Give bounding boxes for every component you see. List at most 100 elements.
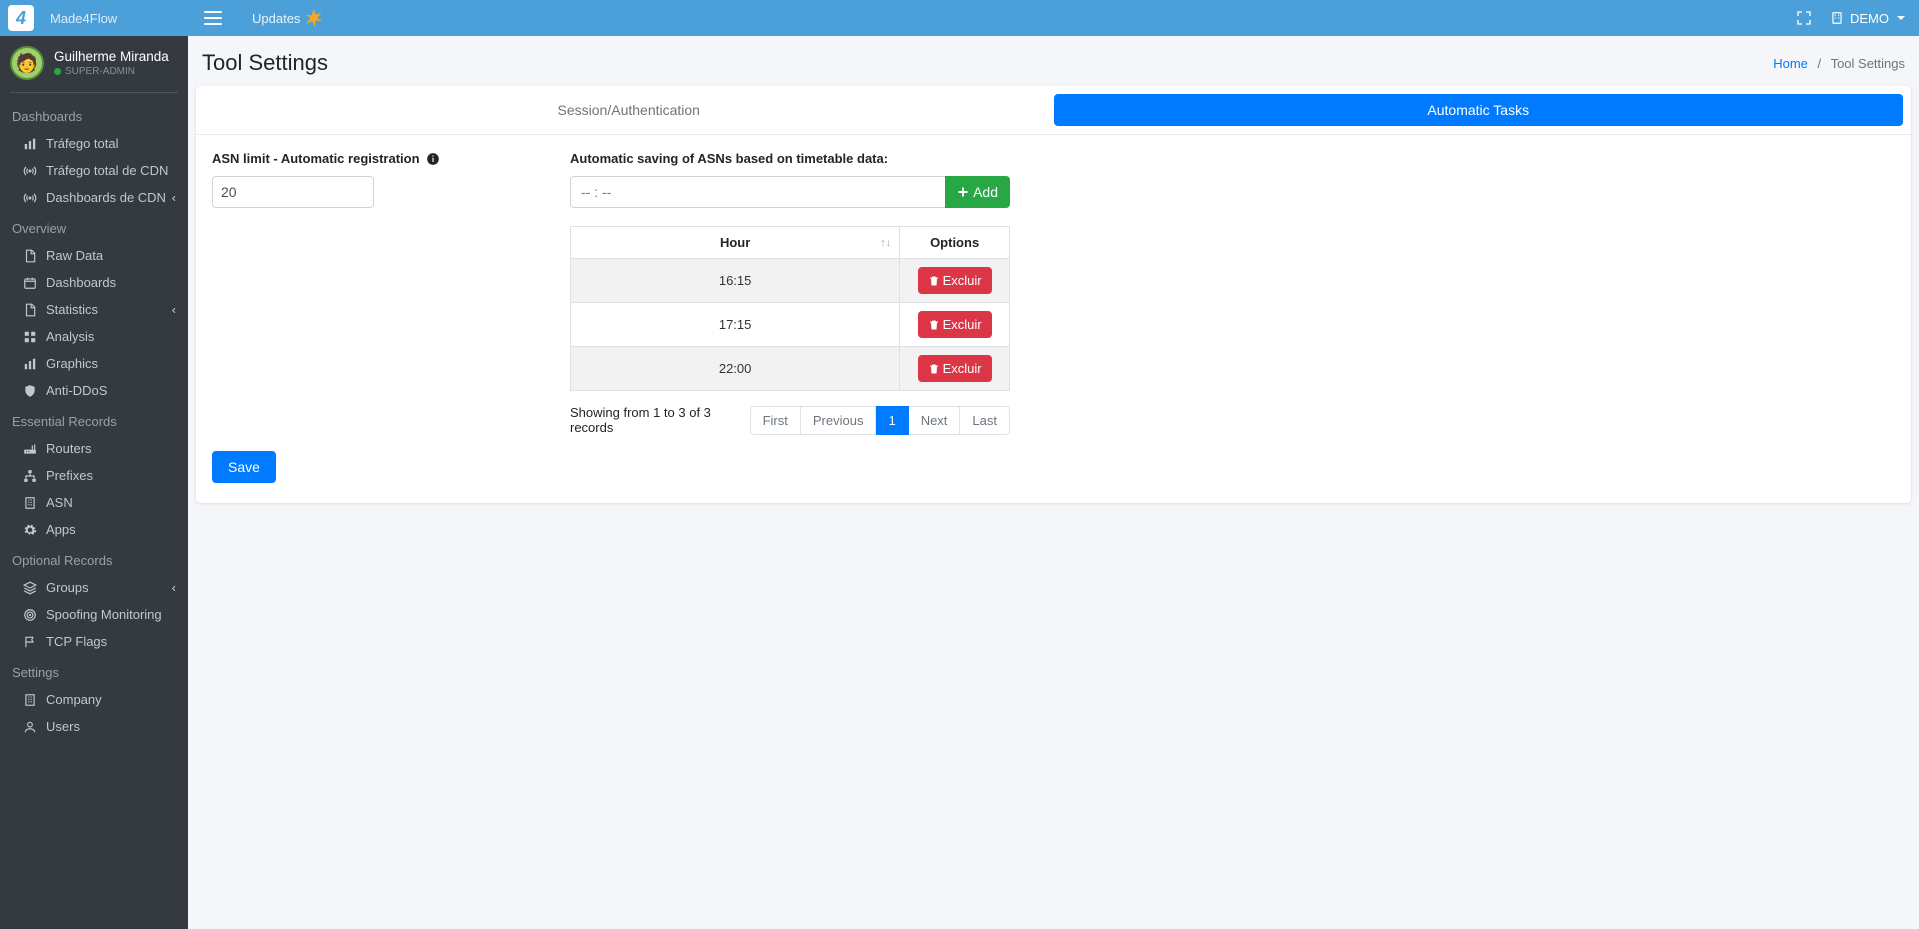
chevron-left-icon — [170, 302, 178, 317]
pagination: First Previous 1 Next Last — [750, 406, 1010, 435]
cell-hour: 17:15 — [571, 303, 900, 347]
tenant-dropdown[interactable]: DEMO — [1830, 11, 1905, 26]
chart-icon — [20, 137, 40, 151]
user-name: Guilherme Miranda — [54, 49, 169, 64]
updates-link[interactable]: Updates — [252, 8, 324, 28]
sidebar-item-label: Graphics — [46, 356, 98, 371]
antenna-icon — [20, 191, 40, 205]
content-header: Tool Settings Home / Tool Settings — [188, 36, 1919, 86]
calendar-icon — [20, 276, 40, 290]
shield-icon — [20, 384, 40, 398]
sidebar-item-label: Anti-DDoS — [46, 383, 107, 398]
main-content: Tool Settings Home / Tool Settings Sessi… — [188, 36, 1919, 929]
gear-icon — [20, 523, 40, 537]
page-next[interactable]: Next — [909, 406, 961, 435]
sidebar-item[interactable]: Prefixes — [0, 462, 188, 489]
page-1[interactable]: 1 — [876, 406, 908, 435]
page-first[interactable]: First — [750, 406, 801, 435]
user-block[interactable]: 🧑 Guilherme Miranda SUPER-ADMIN — [0, 36, 188, 92]
sidebar-item[interactable]: Graphics — [0, 350, 188, 377]
section-header: Settings — [0, 655, 188, 686]
info-icon[interactable] — [426, 152, 440, 166]
brand-block[interactable]: 4 Made4Flow — [0, 0, 188, 36]
schedule-table: Hour ↑↓ Options 16:15 Excluir 17:15 Excluir… — [570, 226, 1010, 391]
sidebar-item[interactable]: Tráfego total de CDN — [0, 157, 188, 184]
delete-button[interactable]: Excluir — [918, 355, 992, 382]
tabs: Session/Authentication Automatic Tasks — [196, 86, 1911, 134]
section-header: Overview — [0, 211, 188, 242]
sidebar-item-label: Apps — [46, 522, 76, 537]
sidebar-item-label: Dashboards — [46, 275, 116, 290]
sidebar-item[interactable]: Analysis — [0, 323, 188, 350]
sidebar-item[interactable]: TCP Flags — [0, 628, 188, 655]
plus-icon — [957, 186, 969, 198]
settings-card: Session/Authentication Automatic Tasks A… — [196, 86, 1911, 503]
delete-button[interactable]: Excluir — [918, 311, 992, 338]
table-row: 17:15 Excluir — [571, 303, 1010, 347]
antenna-icon — [20, 164, 40, 178]
sidebar-item[interactable]: Statistics — [0, 296, 188, 323]
sidebar-item[interactable]: Dashboards — [0, 269, 188, 296]
table-row: 16:15 Excluir — [571, 259, 1010, 303]
updates-label: Updates — [252, 11, 300, 26]
asn-limit-input[interactable] — [212, 176, 374, 208]
trash-icon — [928, 319, 940, 331]
menu-toggle-icon[interactable] — [204, 11, 222, 25]
showing-text: Showing from 1 to 3 of 3 records — [570, 405, 750, 435]
building-icon — [20, 496, 40, 510]
sidebar-item[interactable]: Users — [0, 713, 188, 740]
sidebar-item[interactable]: ASN — [0, 489, 188, 516]
fullscreen-icon[interactable] — [1796, 10, 1812, 26]
delete-button[interactable]: Excluir — [918, 267, 992, 294]
add-button[interactable]: Add — [945, 176, 1010, 208]
sidebar-item[interactable]: Dashboards de CDN — [0, 184, 188, 211]
page-last[interactable]: Last — [960, 406, 1010, 435]
sidebar-item-label: Tráfego total de CDN — [46, 163, 168, 178]
sidebar-item[interactable]: Groups — [0, 574, 188, 601]
asn-limit-label: ASN limit - Automatic registration — [212, 151, 550, 166]
file-icon — [20, 303, 40, 317]
sidebar-item-label: Groups — [46, 580, 89, 595]
col-hour[interactable]: Hour ↑↓ — [571, 227, 900, 259]
sidebar-item[interactable]: Company — [0, 686, 188, 713]
breadcrumb-home[interactable]: Home — [1773, 56, 1808, 71]
breadcrumb: Home / Tool Settings — [1773, 56, 1905, 71]
tenant-label: DEMO — [1850, 11, 1889, 26]
chevron-left-icon — [170, 190, 178, 205]
chart-icon — [20, 357, 40, 371]
user-role: SUPER-ADMIN — [54, 66, 169, 77]
time-input[interactable] — [570, 176, 945, 208]
sidebar-item-label: Tráfego total — [46, 136, 119, 151]
brand-logo-icon: 4 — [8, 5, 34, 31]
tab-session[interactable]: Session/Authentication — [204, 94, 1054, 126]
save-button[interactable]: Save — [212, 451, 276, 483]
sidebar-item[interactable]: Raw Data — [0, 242, 188, 269]
target-icon — [20, 608, 40, 622]
layers-icon — [20, 581, 40, 595]
sidebar-item-label: ASN — [46, 495, 73, 510]
cell-hour: 16:15 — [571, 259, 900, 303]
sidebar-item[interactable]: Spoofing Monitoring — [0, 601, 188, 628]
sidebar-item[interactable]: Tráfego total — [0, 130, 188, 157]
cell-hour: 22:00 — [571, 347, 900, 391]
section-header: Optional Records — [0, 543, 188, 574]
sidebar-item[interactable]: Anti-DDoS — [0, 377, 188, 404]
router-icon — [20, 442, 40, 456]
sidebar-item-label: Dashboards de CDN — [46, 190, 166, 205]
col-options: Options — [900, 227, 1010, 259]
brand-name: Made4Flow — [50, 11, 117, 26]
table-row: 22:00 Excluir — [571, 347, 1010, 391]
auto-save-label: Automatic saving of ASNs based on timeta… — [570, 151, 1010, 166]
section-header: Essential Records — [0, 404, 188, 435]
status-dot-icon — [54, 68, 61, 75]
section-header: Dashboards — [0, 99, 188, 130]
sort-icon: ↑↓ — [880, 237, 891, 249]
trash-icon — [928, 363, 940, 375]
sidebar-item-label: Raw Data — [46, 248, 103, 263]
sidebar-item-label: Company — [46, 692, 102, 707]
tab-automatic-tasks[interactable]: Automatic Tasks — [1054, 94, 1904, 126]
breadcrumb-current: Tool Settings — [1831, 56, 1905, 71]
page-previous[interactable]: Previous — [801, 406, 877, 435]
sidebar-item[interactable]: Routers — [0, 435, 188, 462]
sidebar-item[interactable]: Apps — [0, 516, 188, 543]
